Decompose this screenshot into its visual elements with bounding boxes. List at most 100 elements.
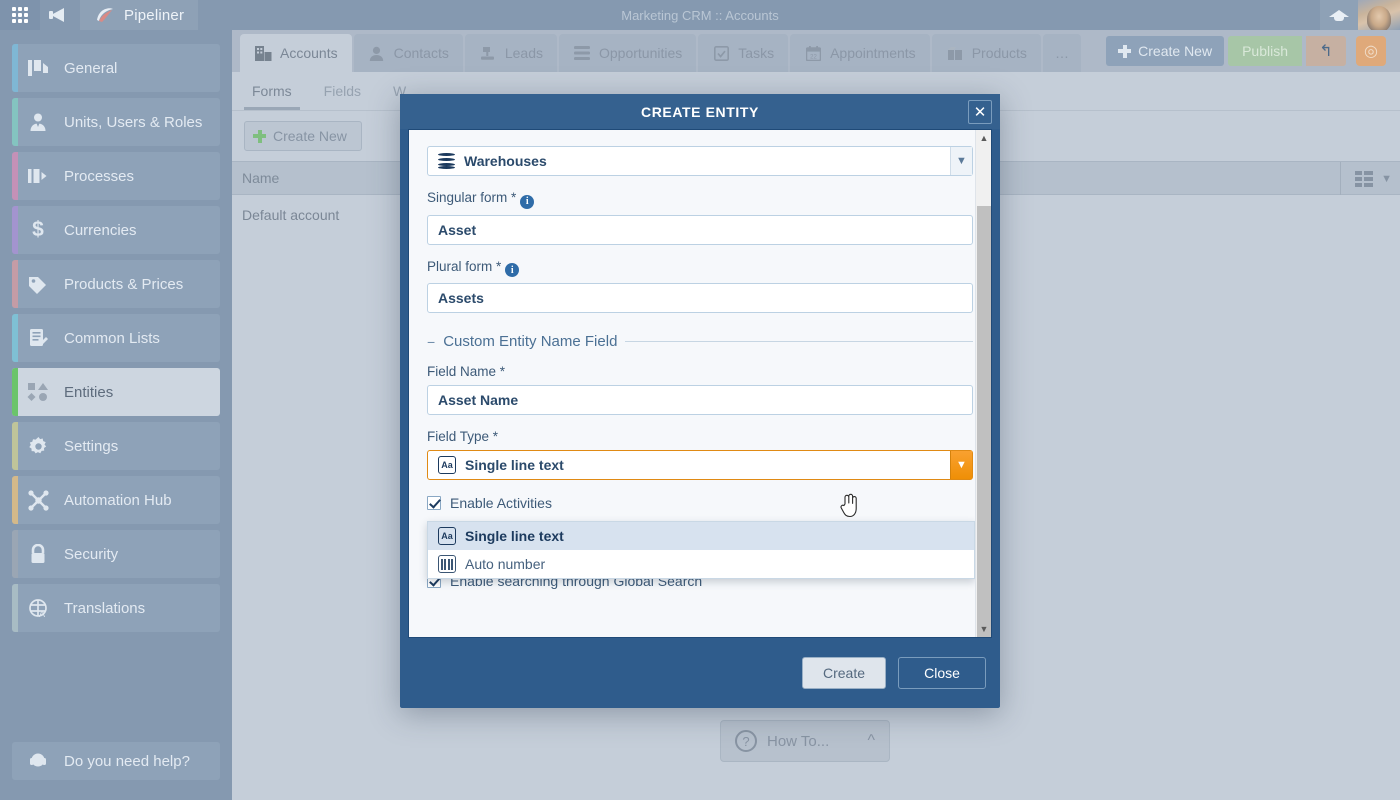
tab-accounts[interactable]: Accounts — [240, 34, 352, 72]
announcements-button[interactable] — [40, 0, 80, 30]
sidebar-item-entities[interactable]: Entities — [12, 368, 220, 416]
help-button[interactable]: ◎ — [1356, 36, 1386, 66]
megaphone-icon — [49, 7, 71, 23]
triangle-up-icon[interactable]: ▲ — [976, 130, 992, 146]
database-stack-icon — [438, 153, 455, 169]
svg-text:A: A — [39, 609, 45, 618]
dropdown-option-single-line-text[interactable]: Aa Single line text — [428, 522, 974, 550]
process-flow-icon — [12, 167, 64, 185]
entity-type-select[interactable]: Warehouses ▼ — [427, 146, 973, 176]
sidebar-item-translations[interactable]: A Translations — [12, 584, 220, 632]
sidebar-item-security[interactable]: Security — [12, 530, 220, 578]
sidebar-item-units-users-roles[interactable]: Units, Users & Roles — [12, 98, 220, 146]
how-to-button[interactable]: ? How To... ^ — [720, 720, 890, 762]
list-edit-icon — [12, 328, 64, 348]
top-header-bar: Pipeliner Marketing CRM :: Accounts — [0, 0, 1400, 30]
sidebar-item-label: Entities — [64, 384, 113, 401]
subtab-forms[interactable]: Forms — [238, 73, 306, 109]
chevron-down-icon[interactable]: ▼ — [950, 451, 972, 479]
graduation-cap-icon — [1329, 8, 1349, 22]
sidebar-item-label: Security — [64, 546, 118, 563]
custom-entity-name-field-section[interactable]: − Custom Entity Name Field — [427, 333, 973, 350]
minus-icon[interactable]: − — [427, 334, 435, 350]
learning-button[interactable] — [1320, 0, 1358, 30]
sidebar-item-products-prices[interactable]: Products & Prices — [12, 260, 220, 308]
panel-create-new-button[interactable]: Create New — [244, 121, 362, 151]
subtab-label: Fields — [324, 83, 361, 99]
sidebar-item-currencies[interactable]: $ Currencies — [12, 206, 220, 254]
accent-bar — [12, 368, 18, 416]
checkbox-checked-icon[interactable] — [427, 496, 441, 510]
plural-form-input[interactable]: Assets — [427, 283, 973, 313]
modal-scrollbar[interactable]: ▲ ▼ — [975, 130, 991, 637]
create-new-label: Create New — [1138, 43, 1212, 59]
publish-button[interactable]: Publish — [1228, 36, 1302, 66]
create-new-button[interactable]: Create New — [1106, 36, 1224, 66]
create-entity-modal: CREATE ENTITY ✕ Warehouses ▼ Singular fo… — [400, 94, 1000, 708]
field-name-label: Field Name * — [427, 364, 973, 379]
tab-tasks[interactable]: Tasks — [698, 34, 788, 72]
accent-bar — [12, 530, 18, 578]
close-button[interactable]: Close — [898, 657, 986, 689]
lock-icon — [12, 544, 64, 564]
building-icon — [254, 45, 272, 61]
create-button-label: Create — [823, 665, 865, 681]
accent-bar — [12, 422, 18, 470]
chevron-down-icon[interactable]: ▼ — [950, 147, 972, 175]
tab-products[interactable]: Products — [932, 34, 1041, 72]
modal-title: CREATE ENTITY — [641, 104, 759, 120]
scrollbar-thumb[interactable] — [977, 206, 991, 638]
sidebar-item-label: Currencies — [64, 222, 137, 239]
triangle-down-icon[interactable]: ▼ — [976, 621, 992, 637]
tab-contacts[interactable]: Contacts — [354, 34, 463, 72]
list-rows-icon — [573, 45, 591, 61]
person-icon — [368, 45, 386, 61]
question-circle-icon: ? — [735, 730, 757, 752]
info-icon[interactable]: i — [520, 195, 534, 209]
create-button[interactable]: Create — [802, 657, 886, 689]
field-name-input[interactable]: Asset Name — [427, 385, 973, 415]
brand[interactable]: Pipeliner — [80, 0, 198, 30]
info-icon[interactable]: i — [505, 263, 519, 277]
avatar[interactable] — [1358, 0, 1400, 30]
tab-leads[interactable]: Leads — [465, 34, 557, 72]
sidebar-help-button[interactable]: Do you need help? — [12, 742, 220, 780]
tab-label: Tasks — [738, 45, 774, 61]
singular-form-label: Singular form *i — [427, 190, 973, 209]
tab-opportunities[interactable]: Opportunities — [559, 34, 696, 72]
sidebar-item-label: Units, Users & Roles — [64, 114, 202, 131]
aa-text-icon: Aa — [438, 456, 456, 474]
question-circle-icon: ◎ — [1364, 41, 1378, 61]
enable-activities-row[interactable]: Enable Activities — [427, 490, 973, 516]
chevron-down-icon: ▼ — [1381, 173, 1392, 185]
tab-more[interactable]: … — [1043, 34, 1081, 72]
sidebar-item-automation-hub[interactable]: Automation Hub — [12, 476, 220, 524]
sidebar-item-settings[interactable]: Settings — [12, 422, 220, 470]
sidebar-item-general[interactable]: General — [12, 44, 220, 92]
field-type-dropdown-list[interactable]: Aa Single line text Auto number — [427, 521, 975, 579]
tab-label: Contacts — [394, 45, 449, 61]
headset-icon — [12, 751, 64, 771]
sidebar-help-label: Do you need help? — [64, 753, 190, 770]
singular-form-input[interactable]: Asset — [427, 215, 973, 245]
modal-header: CREATE ENTITY ✕ — [400, 94, 1000, 129]
apps-grid-button[interactable] — [0, 0, 40, 30]
dropdown-option-auto-number[interactable]: Auto number — [428, 550, 974, 578]
translate-icon: A — [12, 598, 64, 618]
undo-button[interactable]: ↰ — [1306, 36, 1346, 66]
sidebar-item-common-lists[interactable]: Common Lists — [12, 314, 220, 362]
sidebar-item-processes[interactable]: Processes — [12, 152, 220, 200]
enable-activities-label: Enable Activities — [450, 495, 552, 511]
window-title: Marketing CRM :: Accounts — [0, 8, 1400, 23]
dropdown-option-label: Single line text — [465, 528, 564, 544]
chevron-up-icon: ^ — [867, 732, 875, 750]
sidebar-item-label: Translations — [64, 600, 145, 617]
subtab-fields[interactable]: Fields — [310, 73, 375, 109]
sidebar-item-label: Settings — [64, 438, 118, 455]
tab-appointments[interactable]: 22 Appointments — [790, 34, 930, 72]
accent-bar — [12, 98, 18, 146]
close-icon[interactable]: ✕ — [968, 100, 992, 124]
undo-arrow-icon: ↰ — [1319, 41, 1332, 61]
view-selector[interactable]: ▼ — [1340, 162, 1392, 195]
field-type-select[interactable]: Aa Single line text ▼ — [427, 450, 973, 480]
